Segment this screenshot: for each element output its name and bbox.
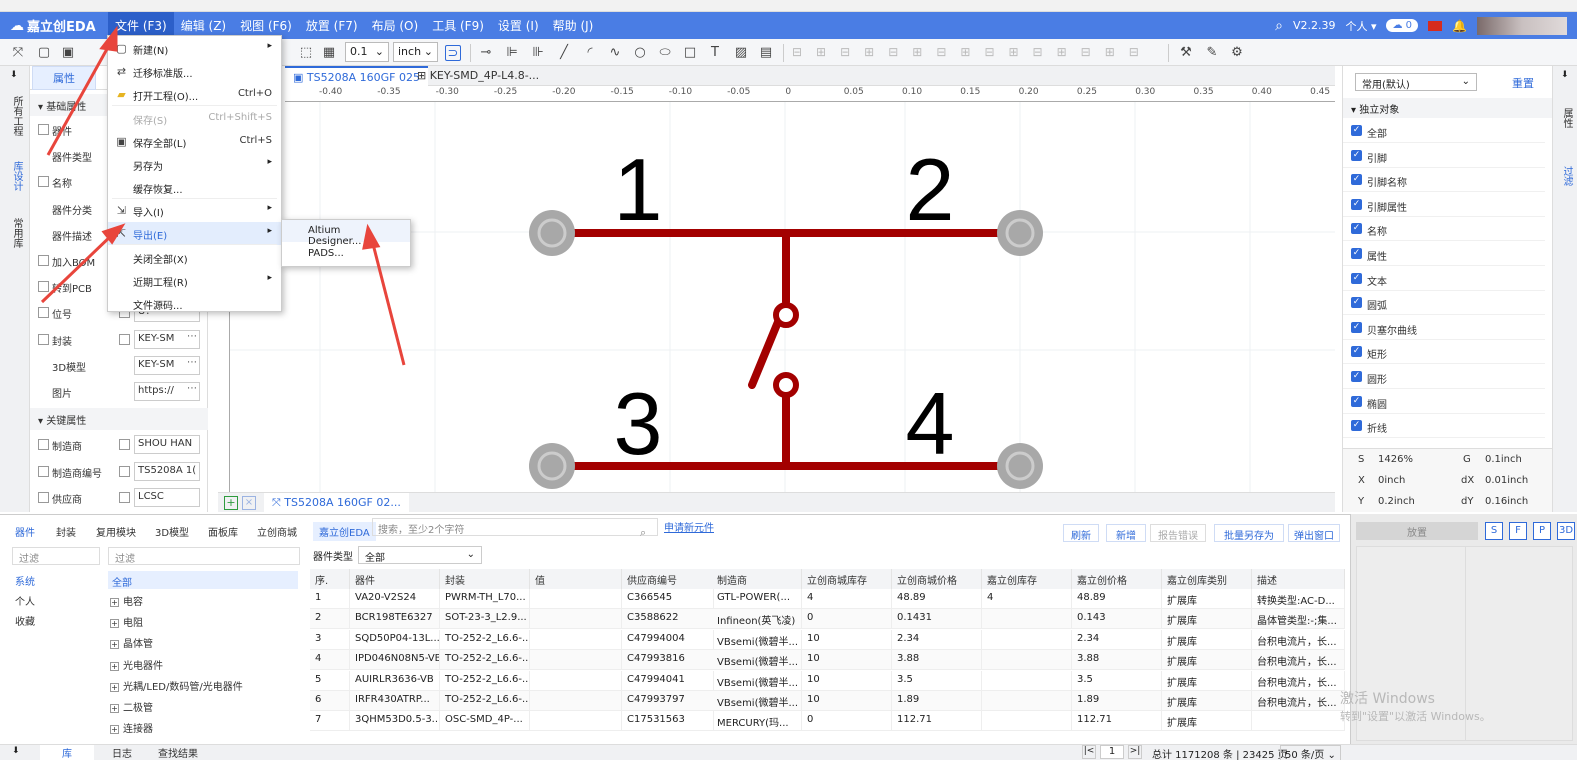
annotation-arrows xyxy=(40,25,406,366)
